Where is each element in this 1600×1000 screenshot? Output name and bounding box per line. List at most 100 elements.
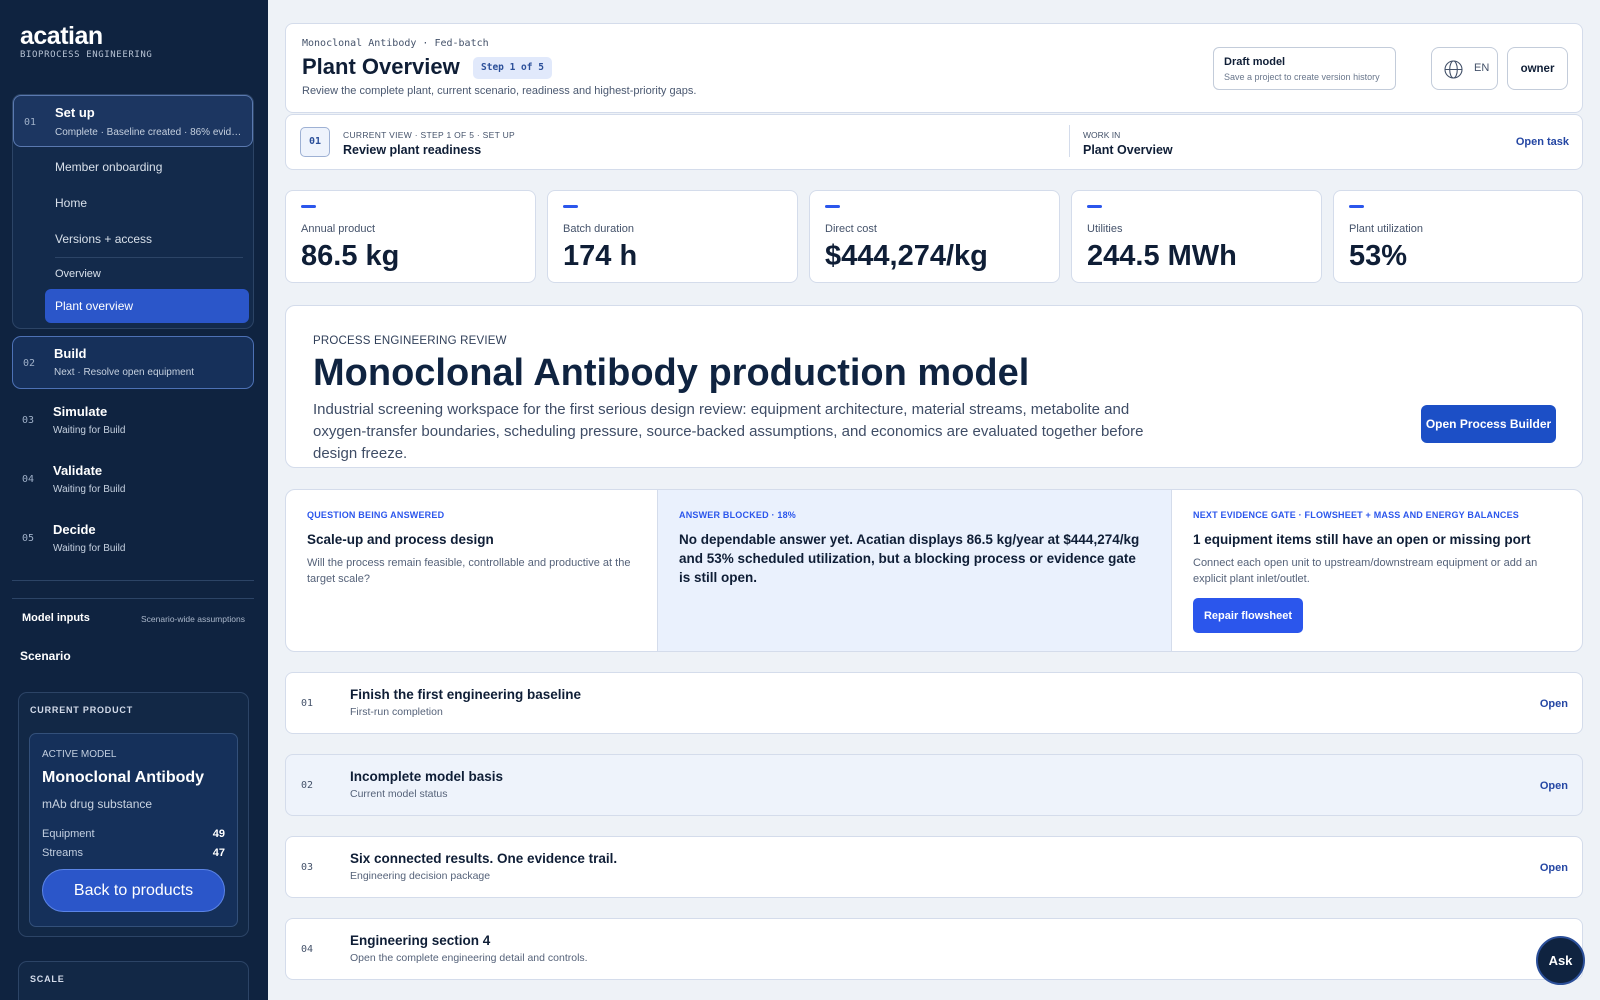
active-model-card: ACTIVE MODEL Monoclonal Antibody mAb dru… <box>29 733 238 927</box>
metric-value: $444,274/kg <box>825 240 988 272</box>
evidence-gate-title: 1 equipment items still have an open or … <box>1193 532 1531 547</box>
ask-assistant-button[interactable]: Ask <box>1536 936 1585 985</box>
step-number: 04 <box>22 474 35 485</box>
task-row[interactable]: 02 Incomplete model basis Current model … <box>285 754 1583 816</box>
step-status: Complete · Baseline created · 86% eviden… <box>55 127 243 138</box>
language-code: EN <box>1474 62 1490 74</box>
task-subtitle: Engineering decision package <box>350 870 491 882</box>
scale-label: SCALE <box>30 974 65 984</box>
task-open-link[interactable]: Open <box>1540 780 1568 792</box>
metric-direct-cost: Direct cost $444,274/kg <box>809 190 1060 283</box>
task-subtitle: First-run completion <box>350 706 443 718</box>
sidebar-item-home[interactable]: Home <box>55 196 87 210</box>
back-to-products-button[interactable]: Back to products <box>42 869 225 912</box>
divider <box>12 580 254 581</box>
task-row[interactable]: 01 Finish the first engineering baseline… <box>285 672 1583 734</box>
task-title: Six connected results. One evidence trai… <box>350 851 618 866</box>
answer-column: ANSWER BLOCKED · 18% No dependable answe… <box>657 490 1172 651</box>
repair-flowsheet-button[interactable]: Repair flowsheet <box>1193 598 1303 633</box>
metric-plant-utilization: Plant utilization 53% <box>1333 190 1583 283</box>
metric-accent <box>563 205 578 208</box>
step-status: Next · Resolve open equipment <box>54 367 195 378</box>
step-status: Waiting for Build <box>53 484 126 495</box>
page-header: Monoclonal Antibody · Fed-batch Plant Ov… <box>285 23 1583 113</box>
equipment-count-row: Equipment 49 <box>42 828 225 840</box>
metric-accent <box>301 205 316 208</box>
step-status: Waiting for Build <box>53 425 126 436</box>
step-simulate[interactable]: 03 Simulate Waiting for Build <box>12 395 254 448</box>
model-hero: PROCESS ENGINEERING REVIEW Monoclonal An… <box>285 305 1583 468</box>
streams-count-row: Streams 47 <box>42 847 225 859</box>
model-inputs-hint: Scenario-wide assumptions <box>141 614 245 624</box>
hero-title: Monoclonal Antibody production model <box>313 352 1030 394</box>
streams-label: Streams <box>42 847 83 859</box>
model-inputs-label: Model inputs <box>22 612 90 624</box>
equipment-label: Equipment <box>42 828 95 840</box>
task-number: 01 <box>301 698 314 709</box>
metric-value: 244.5 MWh <box>1087 240 1237 272</box>
step-title: Simulate <box>53 404 108 419</box>
current-product-label: CURRENT PRODUCT <box>30 705 133 715</box>
step-setup[interactable]: 01 Set up Complete · Baseline created · … <box>13 95 253 147</box>
metric-accent <box>825 205 840 208</box>
step-number: 05 <box>22 533 35 544</box>
metric-annual-product: Annual product 86.5 kg <box>285 190 536 283</box>
sidebar-item-member-onboarding[interactable]: Member onboarding <box>55 160 162 174</box>
brand-tagline: BIOPROCESS ENGINEERING <box>20 50 153 60</box>
step-number: 03 <box>22 415 35 426</box>
draft-model-subtitle: Save a project to create version history <box>1224 72 1380 82</box>
task-row[interactable]: 04 Engineering section 4 Open the comple… <box>285 918 1583 980</box>
task-open-link[interactable]: Open <box>1540 698 1568 710</box>
work-in-label: WORK IN <box>1083 130 1121 140</box>
answer-label: ANSWER BLOCKED · 18% <box>679 510 797 520</box>
current-view-title: Review plant readiness <box>343 143 482 157</box>
sidebar-item-overview[interactable]: Overview <box>55 268 101 280</box>
scale-card: SCALE <box>18 961 249 1000</box>
metric-label: Plant utilization <box>1349 223 1423 235</box>
hero-description: Industrial screening workspace for the f… <box>313 401 1144 462</box>
metric-value: 174 h <box>563 240 638 272</box>
active-model-name: Monoclonal Antibody <box>42 769 205 786</box>
metric-label: Utilities <box>1087 223 1123 235</box>
draft-model-status[interactable]: Draft model Save a project to create ver… <box>1213 47 1396 90</box>
metric-value: 53% <box>1349 240 1408 272</box>
current-view-bar: 01 CURRENT VIEW · STEP 1 OF 5 · SET UP R… <box>285 114 1583 170</box>
sidebar-item-versions-access[interactable]: Versions + access <box>55 232 152 246</box>
metric-batch-duration: Batch duration 174 h <box>547 190 798 283</box>
divider <box>1069 125 1070 157</box>
metric-label: Annual product <box>301 223 375 235</box>
work-in-value: Plant Overview <box>1083 143 1173 157</box>
open-task-link[interactable]: Open task <box>1516 136 1569 148</box>
equipment-count: 49 <box>212 828 225 840</box>
step-decide[interactable]: 05 Decide Waiting for Build <box>12 513 254 566</box>
step-validate[interactable]: 04 Validate Waiting for Build <box>12 454 254 507</box>
metric-value: 86.5 kg <box>301 240 400 272</box>
metric-accent <box>1087 205 1102 208</box>
open-process-builder-button[interactable]: Open Process Builder <box>1421 405 1556 443</box>
breadcrumb: Monoclonal Antibody · Fed-batch <box>302 38 489 49</box>
brand-logo[interactable]: acatian <box>20 22 103 51</box>
evidence-gate-label: NEXT EVIDENCE GATE · FLOWSHEET + MASS AN… <box>1193 510 1520 520</box>
question-label: QUESTION BEING ANSWERED <box>307 510 445 520</box>
answer-title: No dependable answer yet. Acatian displa… <box>679 532 1140 585</box>
owner-button[interactable]: owner <box>1507 47 1568 90</box>
task-row[interactable]: 03 Six connected results. One evidence t… <box>285 836 1583 898</box>
language-button[interactable]: EN <box>1431 47 1498 90</box>
step-build[interactable]: 02 Build Next · Resolve open equipment <box>12 336 254 389</box>
metric-label: Batch duration <box>563 223 634 235</box>
hero-label: PROCESS ENGINEERING REVIEW <box>313 335 507 347</box>
task-subtitle: Open the complete engineering detail and… <box>350 952 588 964</box>
divider <box>12 598 254 599</box>
globe-icon <box>1444 60 1463 79</box>
step-setup-group: 01 Set up Complete · Baseline created · … <box>12 94 254 329</box>
step-status: Waiting for Build <box>53 543 126 554</box>
task-title: Incomplete model basis <box>350 769 504 784</box>
task-open-link[interactable]: Open <box>1540 862 1568 874</box>
step-number: 02 <box>23 358 36 369</box>
scenario-label[interactable]: Scenario <box>20 649 71 663</box>
page-title: Plant Overview <box>302 54 460 79</box>
question-title: Scale-up and process design <box>307 532 494 547</box>
sidebar-item-plant-overview[interactable]: Plant overview <box>45 289 249 323</box>
step-title: Decide <box>53 522 96 537</box>
active-model-label: ACTIVE MODEL <box>42 749 117 760</box>
